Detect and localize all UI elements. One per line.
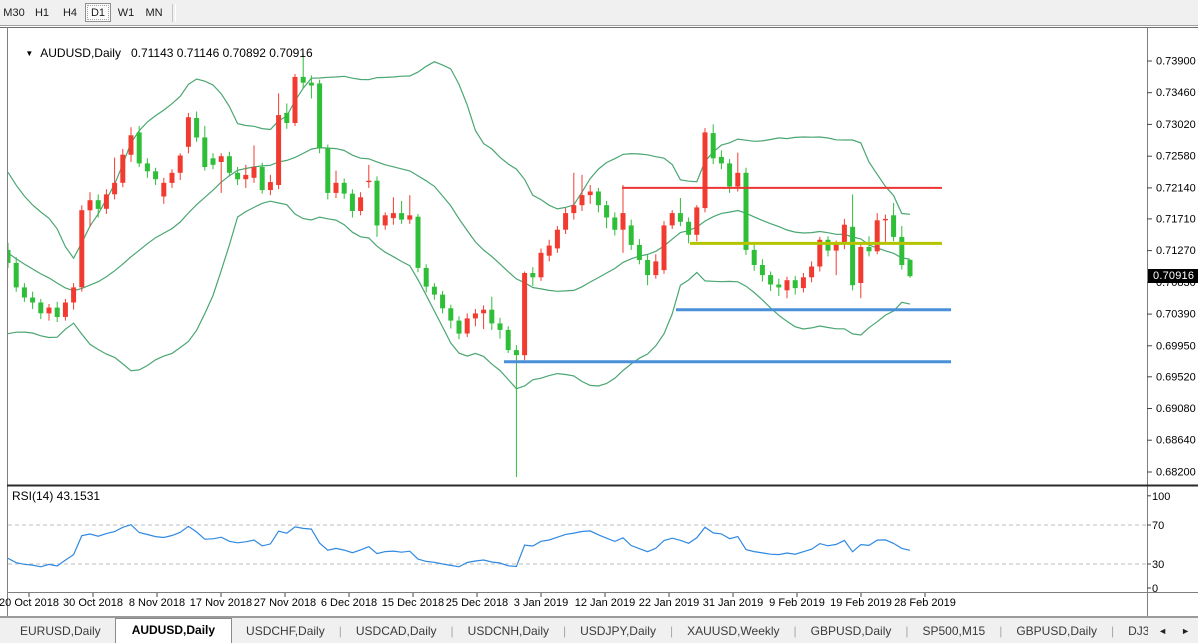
price-axis-label: 0.69950 (1156, 340, 1196, 352)
tab-gbpusd-daily[interactable]: GBPUSD,Daily (1002, 620, 1111, 643)
date-axis-label: 8 Nov 2018 (129, 597, 185, 609)
date-axis-label: 19 Feb 2019 (830, 597, 892, 609)
candles-layer (6, 53, 913, 477)
date-axis-label: 25 Dec 2018 (446, 597, 508, 609)
timeframe-button-H4[interactable]: H4 (57, 3, 83, 22)
rsi-indicator-label: RSI(14) 43.1531 (12, 489, 100, 503)
tab-eurusd-daily[interactable]: EURUSD,Daily (6, 620, 115, 643)
chart-dropdown-icon[interactable]: ▼ (25, 49, 33, 58)
price-axis-label: 0.71270 (1156, 245, 1196, 257)
rsi-pane (8, 525, 1146, 567)
tab-usdchf-daily[interactable]: USDCHF,Daily (232, 620, 339, 643)
tab-scroll-arrows: ◄ ► (1148, 619, 1198, 643)
price-axis-label: 0.72580 (1156, 151, 1196, 163)
tab-audusd-daily[interactable]: AUDUSD,Daily (115, 618, 232, 643)
timeframe-button-W1[interactable]: W1 (113, 3, 139, 22)
date-axis-label: 30 Oct 2018 (63, 597, 123, 609)
price-axis-label: 0.73460 (1156, 87, 1196, 99)
price-axis-label: 0.69520 (1156, 371, 1196, 383)
chart-symbol-label: AUDUSD,Daily (40, 46, 121, 60)
price-axis-label: 0.68200 (1156, 467, 1196, 479)
metatrader-window: { "toolbar": { "timeframes": ["M30", "H1… (0, 0, 1198, 643)
price-axis-label: 0.71710 (1156, 213, 1196, 225)
price-axis-label: 0.68640 (1156, 435, 1196, 447)
date-axis-label: 27 Nov 2018 (254, 597, 316, 609)
date-axis-label: 15 Dec 2018 (382, 597, 444, 609)
date-axis-label: 3 Jan 2019 (514, 597, 568, 609)
tab-sp500-m15[interactable]: SP500,M15 (908, 620, 999, 643)
price-axis-label: 0.73900 (1156, 56, 1196, 68)
timeframe-button-D1[interactable]: D1 (85, 3, 111, 22)
price-chart[interactable]: 0.73900 0.73460 0.73020 0.72580 0.72140 0.717… (0, 27, 1198, 617)
date-axis-label: 31 Jan 2019 (703, 597, 764, 609)
tab-scroll-left-icon[interactable]: ◄ (1158, 626, 1167, 636)
date-axis-label: 12 Jan 2019 (575, 597, 636, 609)
date-axis-label: 28 Feb 2019 (894, 597, 956, 609)
current-price-badge: 0.70916 (1148, 269, 1198, 283)
rsi-axis-label: 0 (1152, 583, 1158, 595)
timeframe-button-H1[interactable]: H1 (29, 3, 55, 22)
tab-scroll-right-icon[interactable]: ► (1181, 626, 1190, 636)
date-axis-label: 9 Feb 2019 (769, 597, 825, 609)
price-axis-label: 0.69080 (1156, 403, 1196, 415)
timeframe-button-MN[interactable]: MN (141, 3, 167, 22)
chart-tab-bar: EURUSD,DailyAUDUSD,DailyUSDCHF,Daily|USD… (0, 617, 1198, 643)
rsi-axis-label: 70 (1152, 520, 1164, 532)
date-axis-label: 22 Jan 2019 (639, 597, 700, 609)
price-axis-label: 0.73020 (1156, 119, 1196, 131)
chart-title: ▼ AUDUSD,Daily 0.71143 0.71146 0.70892 0.7… (12, 32, 313, 74)
chart-tabs: EURUSD,DailyAUDUSD,DailyUSDCHF,Daily|USD… (0, 618, 1198, 643)
tab-usdcad-daily[interactable]: USDCAD,Daily (342, 620, 451, 643)
price-axis-label: 0.72140 (1156, 182, 1196, 194)
chart-ohlc-values: 0.71143 0.71146 0.70892 0.70916 (131, 46, 313, 60)
tab-gbpusd-daily[interactable]: GBPUSD,Daily (797, 620, 906, 643)
rsi-line (8, 525, 910, 567)
date-axis-label: 6 Dec 2018 (321, 597, 377, 609)
price-axis-label: 0.70390 (1156, 309, 1196, 321)
date-axis-label: 17 Nov 2018 (190, 597, 252, 609)
tab-xauusd-weekly[interactable]: XAUUSD,Weekly (673, 620, 793, 643)
timeframe-button-M30[interactable]: M30 (1, 3, 27, 22)
date-axis-label: 20 Oct 2018 (0, 597, 59, 609)
tab-usdcnh-daily[interactable]: USDCNH,Daily (454, 620, 563, 643)
rsi-axis-label: 30 (1152, 559, 1164, 571)
toolbar-separator (172, 4, 176, 22)
timeframe-toolbar: M30H1H4D1W1MN (0, 0, 1198, 26)
bollinger-middle-band (8, 148, 910, 292)
bollinger-upper-band (8, 62, 910, 259)
rsi-axis-label: 100 (1152, 491, 1170, 503)
tab-usdjpy-daily[interactable]: USDJPY,Daily (566, 620, 670, 643)
chart-window: 0.73900 0.73460 0.73020 0.72580 0.72140 0.717… (0, 27, 1198, 617)
main-pane (6, 53, 952, 477)
